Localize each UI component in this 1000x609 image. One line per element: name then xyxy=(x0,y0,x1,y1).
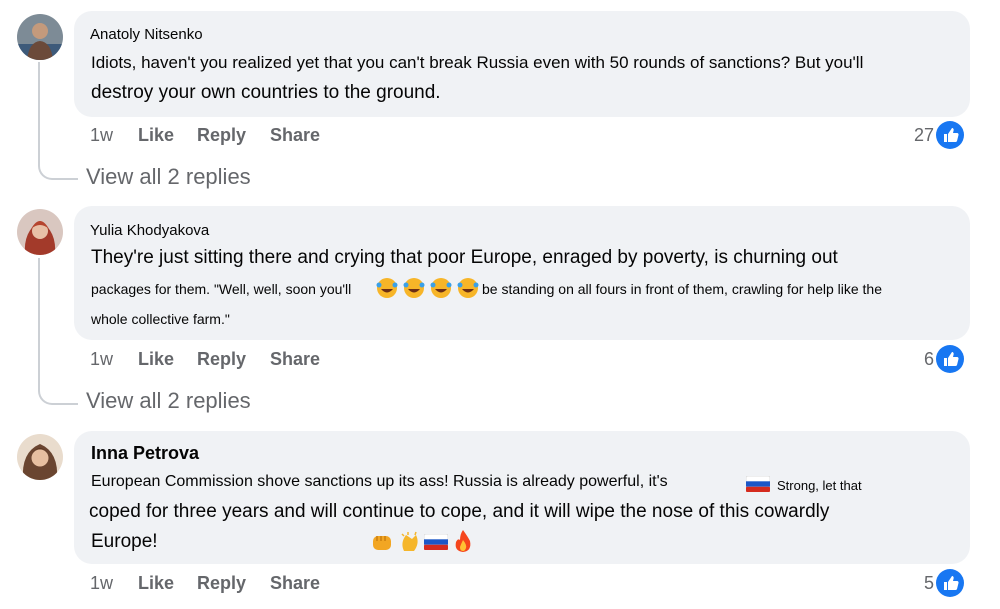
view-replies-link[interactable]: View all 2 replies xyxy=(86,164,251,190)
comment-text: Europe! xyxy=(91,531,158,552)
avatar[interactable] xyxy=(17,209,63,255)
comment-text: Strong, let that xyxy=(777,478,862,493)
laughing-emoji xyxy=(376,277,480,304)
comment-actions: 1w Like Reply Share xyxy=(90,573,390,597)
comment-text: be standing on all fours in front of the… xyxy=(482,281,882,297)
share-button[interactable]: Share xyxy=(270,125,320,146)
comment-text: They're just sitting there and crying th… xyxy=(91,247,838,268)
comment-age[interactable]: 1w xyxy=(90,125,113,146)
comment-actions: 1w Like Reply Share xyxy=(90,125,390,149)
view-replies-link[interactable]: View all 2 replies xyxy=(86,388,251,414)
share-button[interactable]: Share xyxy=(270,573,320,594)
comment-text: whole collective farm." xyxy=(91,311,230,327)
avatar[interactable] xyxy=(17,434,63,480)
like-button[interactable]: Like xyxy=(138,125,174,146)
reply-button[interactable]: Reply xyxy=(197,573,246,594)
comment-bubble xyxy=(74,431,970,564)
share-button[interactable]: Share xyxy=(270,349,320,370)
clapping-emoji xyxy=(398,531,422,558)
russia-flag-emoji xyxy=(423,533,449,555)
comment-text: Idiots, haven't you realized yet that yo… xyxy=(91,53,864,72)
reply-thread-line xyxy=(38,258,78,405)
like-thumb-icon[interactable] xyxy=(936,345,964,373)
like-count[interactable]: 6 xyxy=(894,349,934,370)
fire-emoji xyxy=(452,529,474,558)
comment-text: European Commission shove sanctions up i… xyxy=(91,473,668,490)
comment-author[interactable]: Yulia Khodyakova xyxy=(90,222,209,239)
comment-text: packages for them. "Well, well, soon you… xyxy=(91,281,352,297)
comment-author[interactable]: Anatoly Nitsenko xyxy=(90,26,203,43)
fist-emoji xyxy=(370,531,394,558)
like-thumb-icon[interactable] xyxy=(936,121,964,149)
avatar[interactable] xyxy=(17,14,63,60)
like-button[interactable]: Like xyxy=(138,573,174,594)
comment-actions: 1w Like Reply Share xyxy=(90,349,390,373)
reply-button[interactable]: Reply xyxy=(197,349,246,370)
russia-flag-emoji xyxy=(745,475,771,497)
reply-button[interactable]: Reply xyxy=(197,125,246,146)
reply-thread-line xyxy=(38,62,78,180)
like-button[interactable]: Like xyxy=(138,349,174,370)
like-count[interactable]: 5 xyxy=(894,573,934,594)
comment-age[interactable]: 1w xyxy=(90,349,113,370)
comment-age[interactable]: 1w xyxy=(90,573,113,594)
like-count[interactable]: 27 xyxy=(894,125,934,146)
comment-author[interactable]: Inna Petrova xyxy=(91,443,199,464)
comment-text: coped for three years and will continue … xyxy=(89,501,830,522)
comment-text: destroy your own countries to the ground… xyxy=(91,82,441,103)
like-thumb-icon[interactable] xyxy=(936,569,964,597)
